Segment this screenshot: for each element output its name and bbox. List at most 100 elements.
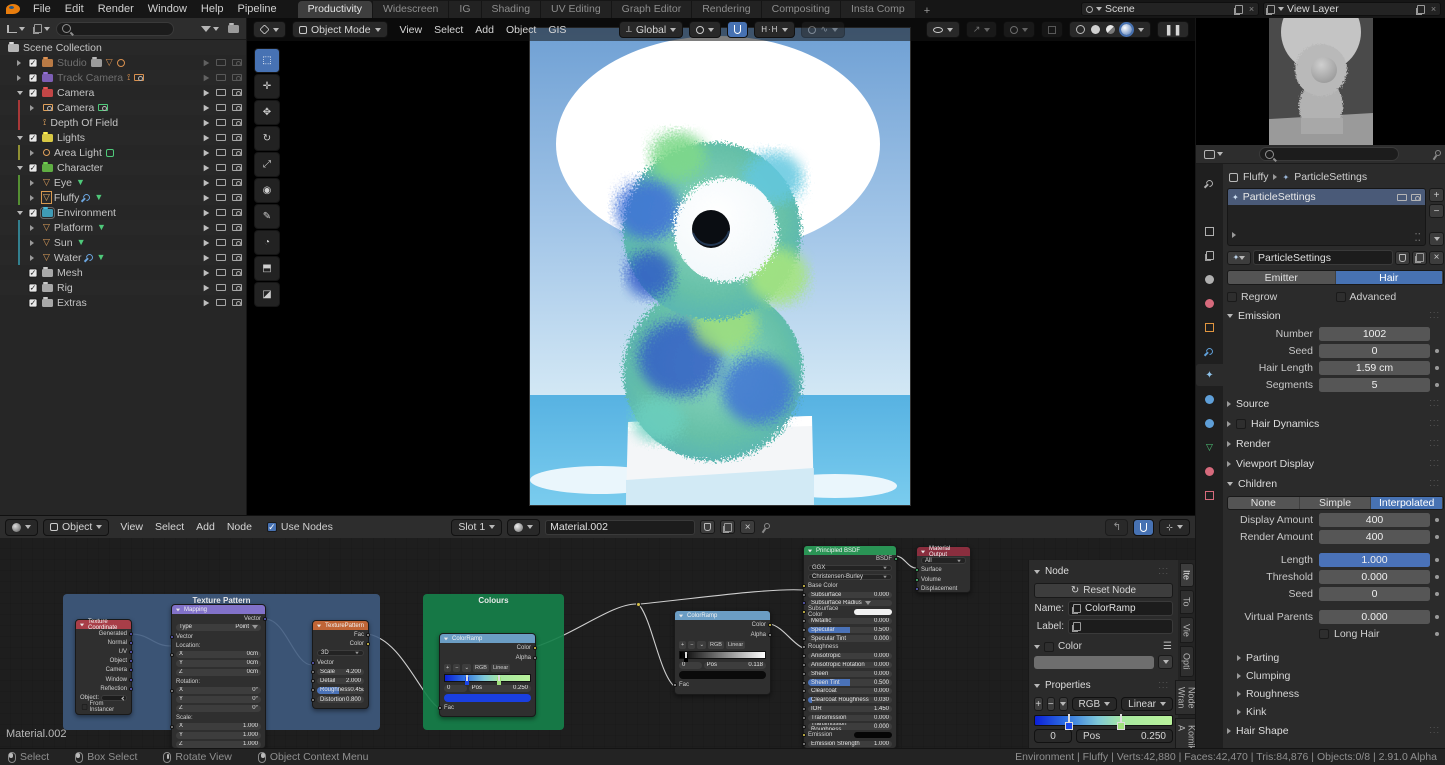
animate-dot[interactable] bbox=[1435, 535, 1439, 539]
new-collection-button[interactable] bbox=[225, 23, 242, 35]
socket[interactable] bbox=[129, 641, 133, 645]
socket[interactable] bbox=[802, 584, 806, 588]
editor-type-button[interactable] bbox=[253, 21, 286, 38]
filter-button[interactable] bbox=[198, 24, 222, 34]
hide-viewport-icon[interactable] bbox=[216, 269, 226, 276]
hide-viewport-icon[interactable] bbox=[216, 299, 226, 306]
editor-type-button[interactable] bbox=[5, 519, 38, 536]
socket[interactable] bbox=[802, 637, 806, 641]
workspace-tab-widescreen[interactable]: Widescreen bbox=[373, 1, 449, 18]
collection-checkbox[interactable]: ✓ bbox=[29, 208, 38, 217]
viewport-menu-gis[interactable]: GIS bbox=[542, 22, 572, 38]
unlink-button[interactable]: × bbox=[1429, 251, 1444, 265]
properties-tab-view-layer[interactable] bbox=[1196, 244, 1223, 266]
node-ramp-colours[interactable]: ColorRampColorAlpha+−⌄RGBLinear0Pos0.250… bbox=[439, 633, 536, 717]
disable-render-icon[interactable] bbox=[232, 164, 242, 171]
outliner-row-eye[interactable]: ▽Eye▼ bbox=[0, 175, 246, 190]
blender-logo-icon[interactable] bbox=[6, 4, 20, 14]
children-interpolated-button[interactable]: Interpolated bbox=[1371, 497, 1443, 509]
workspace-tab-ig[interactable]: IG bbox=[449, 1, 481, 18]
shader-menu-node[interactable]: Node bbox=[221, 519, 258, 535]
node-value-field[interactable]: Distortion0.800 bbox=[317, 696, 364, 703]
workspace-tab-insta-comp[interactable]: Insta Comp bbox=[841, 1, 916, 18]
expander-icon[interactable] bbox=[30, 195, 39, 201]
tool-cursor[interactable]: ✛ bbox=[254, 74, 280, 99]
regrow-checkbox[interactable] bbox=[1227, 292, 1237, 302]
socket[interactable] bbox=[366, 633, 370, 637]
prop-value-field[interactable]: 1.000 bbox=[1319, 553, 1430, 567]
properties-tab-scene[interactable] bbox=[1196, 268, 1223, 290]
viewport-menu-view[interactable]: View bbox=[394, 22, 429, 38]
ramp-stop[interactable] bbox=[1117, 714, 1124, 729]
ramp-specials-dropdown[interactable] bbox=[1059, 697, 1068, 711]
shading-material-button[interactable] bbox=[1106, 25, 1115, 34]
selectable-icon[interactable] bbox=[204, 284, 210, 290]
panel-emission[interactable]: Emission⁚⁚⁚ bbox=[1227, 307, 1444, 324]
stop-pos-field[interactable]: Pos0.118 bbox=[704, 662, 766, 669]
disable-render-icon[interactable] bbox=[232, 254, 242, 261]
outliner-search-input[interactable] bbox=[56, 22, 174, 36]
color-dropdown[interactable] bbox=[1158, 655, 1173, 669]
hide-viewport-icon[interactable] bbox=[216, 134, 226, 141]
outliner-row-mesh[interactable]: ✓Mesh bbox=[0, 265, 246, 280]
outliner-row-depth-of-field[interactable]: ⟟Depth Of Field bbox=[0, 115, 246, 130]
color-mode-dropdown[interactable]: RGB bbox=[1072, 697, 1118, 711]
collapse-icon[interactable] bbox=[317, 624, 321, 627]
ramp-stop-active[interactable] bbox=[1065, 714, 1072, 729]
animate-dot[interactable] bbox=[1435, 632, 1439, 636]
disable-render-icon[interactable] bbox=[232, 194, 242, 201]
node-value-field[interactable]: Scale4.200 bbox=[317, 669, 364, 676]
use-nodes-checkbox[interactable]: ✓ bbox=[267, 522, 277, 532]
scene-selector[interactable]: Scene × bbox=[1081, 2, 1259, 16]
tool-annotate[interactable]: ✎ bbox=[254, 204, 280, 229]
unlink-scene-button[interactable]: × bbox=[1245, 4, 1258, 14]
properties-tab-world[interactable] bbox=[1196, 292, 1223, 314]
socket[interactable] bbox=[129, 632, 133, 636]
node-value-field[interactable]: Transmission Roughness0.000 bbox=[808, 723, 892, 729]
node-value-field[interactable]: IOR1.450 bbox=[808, 706, 892, 712]
socket[interactable] bbox=[915, 578, 919, 582]
panel-checkbox[interactable] bbox=[1236, 419, 1246, 429]
fake-user-toggle[interactable] bbox=[700, 520, 715, 534]
sidebar-tab-to[interactable]: To bbox=[1180, 590, 1194, 614]
snap-toggle[interactable] bbox=[727, 21, 748, 38]
collapse-icon[interactable] bbox=[80, 623, 84, 626]
expander-icon[interactable] bbox=[30, 150, 39, 156]
disable-render-icon[interactable] bbox=[232, 269, 242, 276]
secondary-viewport[interactable] bbox=[1196, 18, 1445, 145]
shading-rendered-button[interactable] bbox=[1121, 24, 1132, 35]
snap-toggle[interactable] bbox=[1133, 519, 1154, 536]
scene-name[interactable]: Scene bbox=[1102, 3, 1232, 15]
socket[interactable] bbox=[170, 725, 174, 729]
socket[interactable] bbox=[170, 653, 174, 657]
workspace-tab-compositing[interactable]: Compositing bbox=[762, 1, 841, 18]
ramp-control-1[interactable]: − bbox=[453, 664, 460, 673]
socket[interactable] bbox=[311, 698, 315, 702]
outliner-row-sun[interactable]: ▽Sun▼ bbox=[0, 235, 246, 250]
node-value-field[interactable]: Roughness0.458 bbox=[317, 687, 364, 694]
outliner-row-platform[interactable]: ▽Platform▼ bbox=[0, 220, 246, 235]
node-value-field[interactable]: Y1.000 bbox=[176, 732, 261, 738]
collapse-icon[interactable] bbox=[444, 637, 448, 640]
outliner-row-root[interactable]: Scene Collection bbox=[0, 40, 246, 55]
pin-icon[interactable] bbox=[760, 522, 770, 532]
panel-hair-dynamics[interactable]: Hair Dynamics⁚⁚⁚ bbox=[1227, 415, 1444, 432]
selectable-icon[interactable] bbox=[204, 224, 210, 230]
stop-index-field[interactable]: 0 bbox=[444, 685, 467, 692]
show-object-types-dropdown[interactable] bbox=[926, 21, 960, 38]
node-name-field[interactable]: ColorRamp bbox=[1068, 601, 1173, 616]
node-header[interactable]: Principled BSDF bbox=[804, 546, 896, 555]
color-swatch[interactable] bbox=[854, 609, 892, 615]
node-header[interactable]: TexturePattern bbox=[313, 621, 368, 630]
node-link[interactable] bbox=[640, 590, 803, 604]
workspace-tab-productivity[interactable]: Productivity bbox=[298, 1, 373, 18]
add-stop-button[interactable]: + bbox=[1034, 697, 1043, 711]
node-value-field[interactable]: Sheen Tint0.500 bbox=[808, 679, 892, 685]
stop-position-field[interactable]: Pos0.250 bbox=[1076, 729, 1173, 743]
node-value-field[interactable]: TypePoint bbox=[176, 624, 261, 630]
hide-viewport-icon[interactable] bbox=[216, 179, 226, 186]
socket[interactable] bbox=[802, 654, 806, 658]
expander-icon[interactable] bbox=[30, 255, 39, 261]
sidebar-tab-ite[interactable]: Ite bbox=[1180, 563, 1194, 587]
type-emitter-button[interactable]: Emitter bbox=[1228, 271, 1336, 284]
